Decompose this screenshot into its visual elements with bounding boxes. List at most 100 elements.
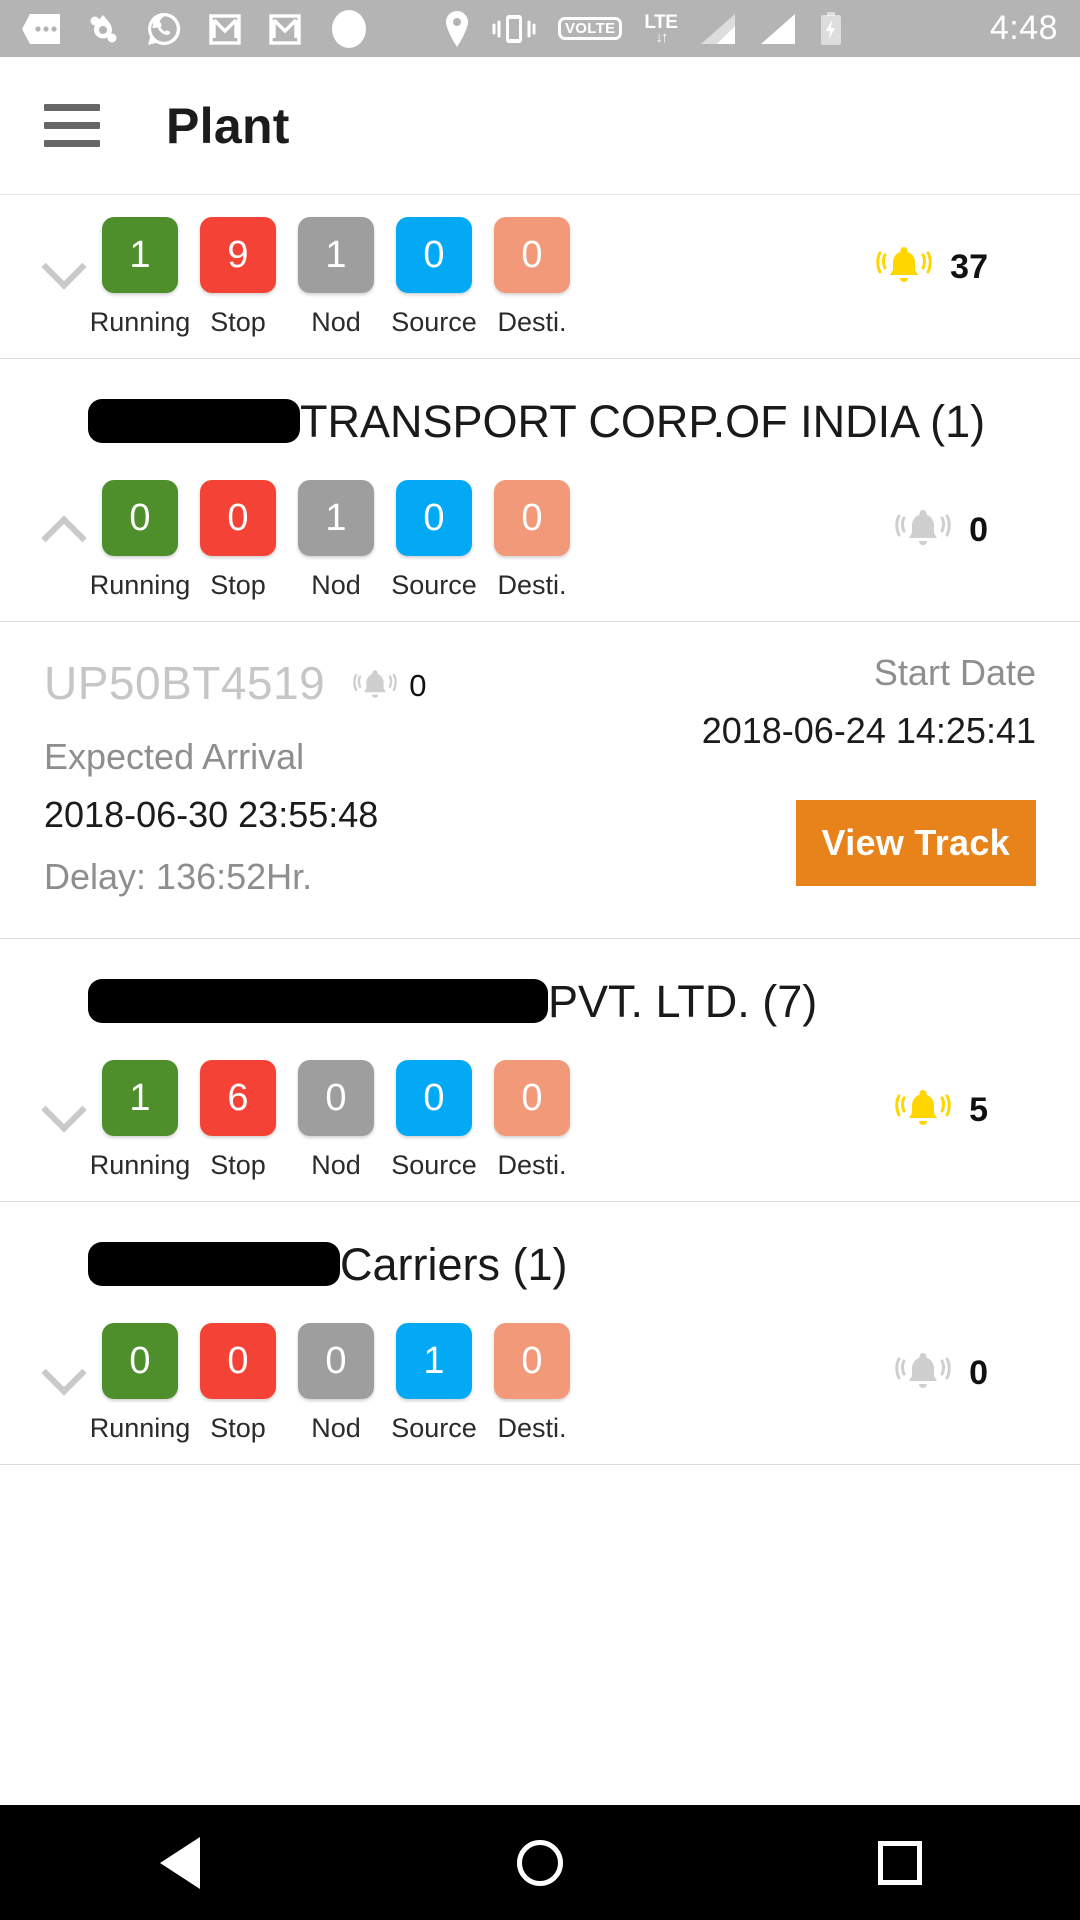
vehicle-alert-count: 0 xyxy=(409,668,427,704)
status-desti[interactable]: 0 Desti. xyxy=(494,217,570,338)
status-count: 1 xyxy=(102,1060,178,1137)
status-count: 0 xyxy=(494,480,570,557)
status-stop[interactable]: 0 Stop xyxy=(200,1323,276,1444)
alert-indicator[interactable]: 37 xyxy=(876,239,988,295)
vehicle-detail-row[interactable]: UP50BT4519 0 Expected Arrival 2018-06-30… xyxy=(0,622,1080,940)
bell-inactive-icon xyxy=(353,670,397,698)
group-title[interactable]: PVT. LTD. (7) xyxy=(0,939,1080,1038)
signal-bar-icon xyxy=(761,13,796,44)
status-nod[interactable]: 1 Nod xyxy=(298,480,374,601)
status-label: Desti. xyxy=(497,1413,567,1444)
status-desti[interactable]: 0 Desti. xyxy=(494,1323,570,1444)
status-source[interactable]: 0 Source xyxy=(391,217,477,338)
start-date-value: 2018-06-24 14:25:41 xyxy=(701,710,1036,752)
volte-icon: VOLTE xyxy=(558,17,623,40)
chevron-down-icon[interactable] xyxy=(40,1082,86,1128)
status-running[interactable]: 1 Running xyxy=(90,217,190,338)
status-stop[interactable]: 9 Stop xyxy=(200,217,276,338)
status-label: Nod xyxy=(311,1150,361,1181)
status-source[interactable]: 0 Source xyxy=(391,480,477,601)
group-title-text: Carriers (1) xyxy=(340,1239,568,1291)
status-count: 0 xyxy=(494,217,570,293)
hamburger-menu-icon[interactable] xyxy=(44,104,100,147)
status-count: 0 xyxy=(102,1323,178,1400)
status-label: Stop xyxy=(210,307,266,337)
status-label: Running xyxy=(89,1413,191,1444)
plant-list-scroll[interactable]: 1 Running 9 Stop 1 Nod 0 Source 0 Desti.… xyxy=(0,195,1080,1805)
redaction-bar xyxy=(88,979,548,1024)
status-label: Source xyxy=(391,1413,477,1444)
chevron-down-icon[interactable] xyxy=(40,1345,86,1391)
status-count: 1 xyxy=(298,217,374,293)
status-label: Running xyxy=(89,570,191,601)
status-running[interactable]: 0 Running xyxy=(90,1323,190,1444)
status-label: Running xyxy=(89,1150,191,1181)
group-card-transport-corp[interactable]: TRANSPORT CORP.OF INDIA (1) 0 Running 0 … xyxy=(0,359,1080,623)
group-title[interactable]: TRANSPORT CORP.OF INDIA (1) xyxy=(0,359,1080,458)
status-nod[interactable]: 0 Nod xyxy=(298,1323,374,1444)
status-bar-clock-group: 4:48 xyxy=(990,9,1058,48)
whatsapp-icon xyxy=(148,12,181,45)
group-card-pvt-ltd[interactable]: PVT. LTD. (7) 1 Running 6 Stop 0 Nod 0 S… xyxy=(0,939,1080,1203)
status-desti[interactable]: 0 Desti. xyxy=(494,1060,570,1181)
bell-active-icon xyxy=(895,1090,951,1126)
status-badge-row: 0 Running 0 Stop 1 Nod 0 Source 0 Desti.… xyxy=(0,458,1080,621)
status-label: Source xyxy=(391,307,477,337)
recents-square-icon[interactable] xyxy=(830,1805,970,1920)
group-card-summary[interactable]: 1 Running 9 Stop 1 Nod 0 Source 0 Desti.… xyxy=(0,195,1080,359)
alert-indicator[interactable]: 0 xyxy=(895,1345,988,1401)
status-count: 0 xyxy=(200,480,276,557)
sim-dots-icon xyxy=(22,13,60,44)
status-source[interactable]: 0 Source xyxy=(391,1060,477,1181)
status-badges: 0 Running 0 Stop 0 Nod 1 Source 0 Desti. xyxy=(90,1323,570,1444)
group-title-text: PVT. LTD. (7) xyxy=(548,976,818,1028)
status-count: 0 xyxy=(494,1060,570,1137)
battery-charging-icon xyxy=(821,11,842,45)
view-track-button[interactable]: View Track xyxy=(795,800,1036,887)
status-bar-system-icons: VOLTE LTE ↓↑ xyxy=(444,10,843,47)
status-source[interactable]: 1 Source xyxy=(391,1323,477,1444)
status-label: Desti. xyxy=(497,1150,567,1181)
status-badges: 0 Running 0 Stop 1 Nod 0 Source 0 Desti. xyxy=(90,480,570,601)
status-badge-row: 1 Running 9 Stop 1 Nod 0 Source 0 Desti.… xyxy=(0,195,1080,358)
status-count: 0 xyxy=(396,217,472,293)
redaction-bar xyxy=(88,399,300,443)
status-nod[interactable]: 1 Nod xyxy=(298,217,374,338)
chevron-up-icon[interactable] xyxy=(40,502,86,548)
location-pin-icon xyxy=(446,10,468,47)
alert-count: 0 xyxy=(969,1353,988,1392)
home-circle-icon[interactable] xyxy=(470,1805,610,1920)
back-triangle-icon[interactable] xyxy=(110,1805,250,1920)
vehicle-alert-indicator[interactable]: 0 xyxy=(353,664,426,708)
status-running[interactable]: 0 Running xyxy=(90,480,190,601)
circle-icon xyxy=(332,9,366,48)
gmail-icon xyxy=(269,13,301,45)
status-count: 1 xyxy=(298,480,374,557)
alert-indicator[interactable]: 5 xyxy=(895,1082,988,1138)
bell-active-icon xyxy=(876,247,932,282)
status-stop[interactable]: 6 Stop xyxy=(200,1060,276,1181)
lte-data-icon: LTE ↓↑ xyxy=(644,11,678,46)
page-title: Plant xyxy=(166,97,290,154)
status-badges: 1 Running 6 Stop 0 Nod 0 Source 0 Desti. xyxy=(90,1060,570,1181)
chevron-down-icon[interactable] xyxy=(40,239,86,285)
status-stop[interactable]: 0 Stop xyxy=(200,480,276,601)
vibrate-icon xyxy=(492,14,536,43)
status-label: Source xyxy=(391,570,477,601)
redaction-bar xyxy=(88,1242,340,1287)
status-count: 9 xyxy=(200,217,276,293)
status-label: Running xyxy=(89,307,191,337)
status-count: 0 xyxy=(200,1323,276,1400)
alert-indicator[interactable]: 0 xyxy=(895,502,988,558)
group-card-carriers[interactable]: Carriers (1) 0 Running 0 Stop 0 Nod 1 So… xyxy=(0,1202,1080,1466)
status-label: Nod xyxy=(311,307,361,337)
status-desti[interactable]: 0 Desti. xyxy=(494,480,570,601)
gmail-icon xyxy=(209,13,241,45)
status-count: 0 xyxy=(298,1060,374,1137)
status-count: 0 xyxy=(494,1323,570,1400)
status-nod[interactable]: 0 Nod xyxy=(298,1060,374,1181)
status-running[interactable]: 1 Running xyxy=(90,1060,190,1181)
status-badge-row: 1 Running 6 Stop 0 Nod 0 Source 0 Desti.… xyxy=(0,1038,1080,1201)
group-title[interactable]: Carriers (1) xyxy=(0,1202,1080,1301)
status-count: 0 xyxy=(396,1060,472,1137)
